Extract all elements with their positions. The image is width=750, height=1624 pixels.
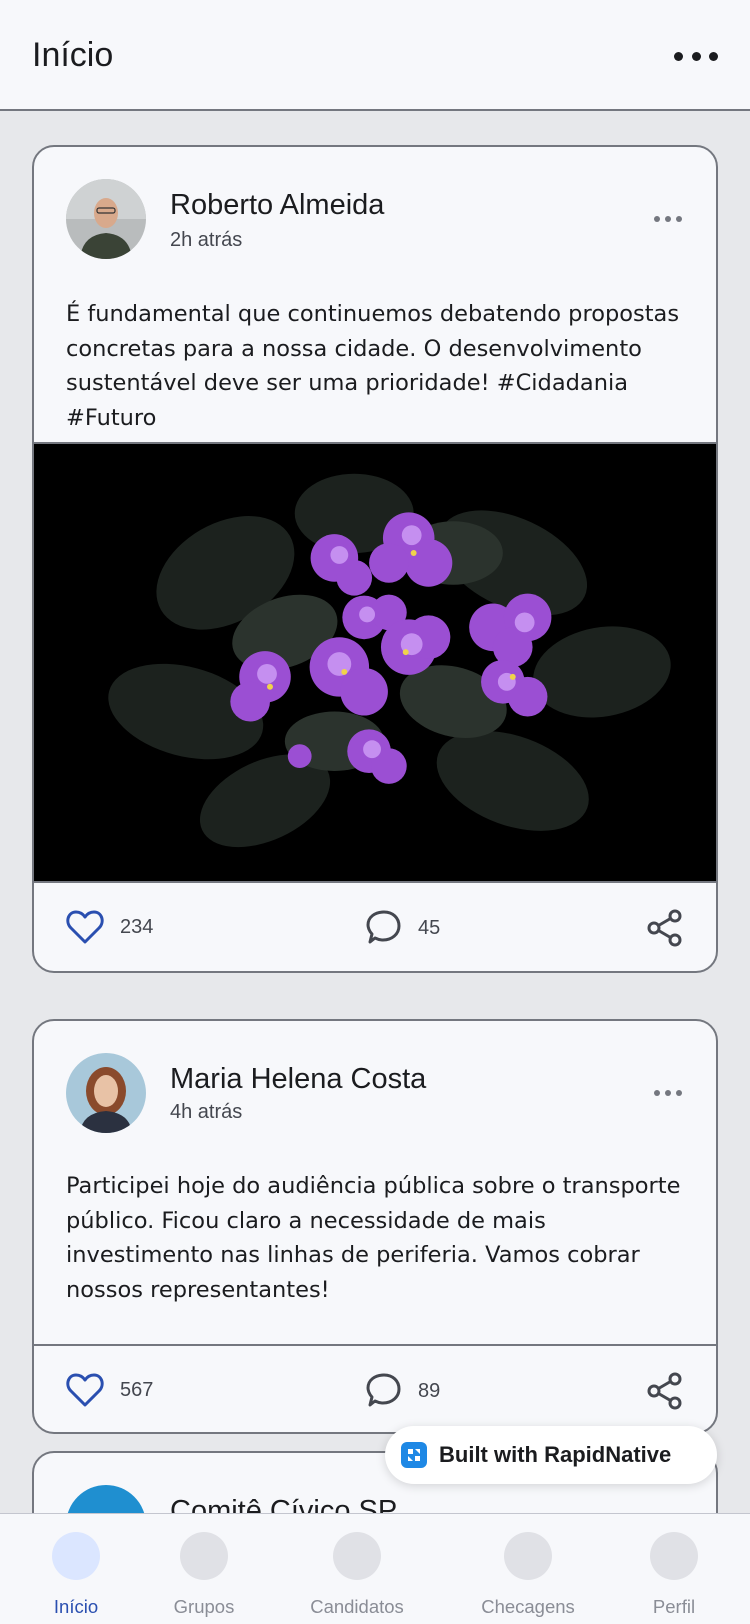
nav-label: Candidatos <box>310 1596 404 1617</box>
nav-label: Início <box>53 1596 99 1617</box>
post-text: É fundamental que continuemos debatendo … <box>66 301 680 431</box>
post-actions: 567 89 <box>34 1346 716 1432</box>
post-actions: 234 45 <box>34 883 716 971</box>
page-title: Início <box>32 36 114 74</box>
post-text: Participei hoje do audiência pública sob… <box>66 1173 681 1303</box>
avatar[interactable] <box>66 1485 146 1513</box>
avatar[interactable] <box>66 179 146 259</box>
groups-icon <box>180 1532 228 1580</box>
comment-count: 89 <box>418 1379 441 1402</box>
comment-button[interactable]: 45 <box>364 909 440 947</box>
post-card: Roberto Almeida 2h atrás É fundamental q… <box>32 145 718 973</box>
share-button[interactable] <box>646 1372 684 1410</box>
rapidnative-logo-icon <box>401 1442 427 1468</box>
like-button[interactable]: 567 <box>66 1372 153 1408</box>
share-icon <box>647 909 682 947</box>
nav-item-inicio[interactable]: Início <box>44 1532 108 1618</box>
post-more-icon[interactable] <box>654 215 682 223</box>
candidates-icon <box>333 1532 381 1580</box>
post-time: 4h atrás <box>170 1101 243 1123</box>
post-card: Maria Helena Costa 4h atrás Participei h… <box>32 1019 718 1434</box>
share-button[interactable] <box>646 909 684 947</box>
heart-icon <box>66 910 104 944</box>
badge-label: Built with RapidNative <box>439 1442 672 1467</box>
nav-label: Perfil <box>652 1596 696 1617</box>
heart-icon <box>66 1373 104 1407</box>
feed[interactable]: Roberto Almeida 2h atrás É fundamental q… <box>0 111 750 1513</box>
app-header: Início <box>0 0 750 111</box>
fact-check-icon <box>504 1532 552 1580</box>
rapidnative-badge[interactable]: Built with RapidNative <box>385 1426 717 1484</box>
nav-label: Checagens <box>481 1596 575 1617</box>
nav-item-candidatos[interactable]: Candidatos <box>302 1532 412 1618</box>
like-count: 234 <box>120 915 154 938</box>
post-author[interactable]: Maria Helena Costa <box>170 1063 426 1096</box>
nav-item-grupos[interactable]: Grupos <box>164 1532 244 1618</box>
comment-count: 45 <box>418 916 441 939</box>
post-header: Maria Helena Costa 4h atrás <box>34 1021 716 1169</box>
like-count: 567 <box>120 1378 154 1401</box>
nav-label: Grupos <box>173 1596 235 1617</box>
comment-button[interactable]: 89 <box>364 1372 440 1410</box>
comment-icon <box>366 1373 401 1407</box>
like-button[interactable]: 234 <box>66 909 153 945</box>
profile-icon <box>650 1532 698 1580</box>
share-icon <box>647 1372 682 1410</box>
post-more-icon[interactable] <box>654 1089 682 1097</box>
post-header: Roberto Almeida 2h atrás <box>34 147 716 297</box>
post-author[interactable]: Roberto Almeida <box>170 189 384 222</box>
bottom-navigation: Início Grupos Candidatos Checagens Perfi… <box>0 1513 750 1624</box>
post-author[interactable]: Comitê Cívico SP <box>170 1495 397 1513</box>
post-image[interactable] <box>34 442 718 883</box>
comment-icon <box>366 910 401 944</box>
more-options-icon[interactable] <box>674 44 718 68</box>
nav-item-perfil[interactable]: Perfil <box>636 1532 712 1618</box>
home-icon <box>52 1532 100 1580</box>
nav-item-checagens[interactable]: Checagens <box>472 1532 584 1618</box>
avatar[interactable] <box>66 1053 146 1133</box>
post-time: 2h atrás <box>170 229 243 251</box>
